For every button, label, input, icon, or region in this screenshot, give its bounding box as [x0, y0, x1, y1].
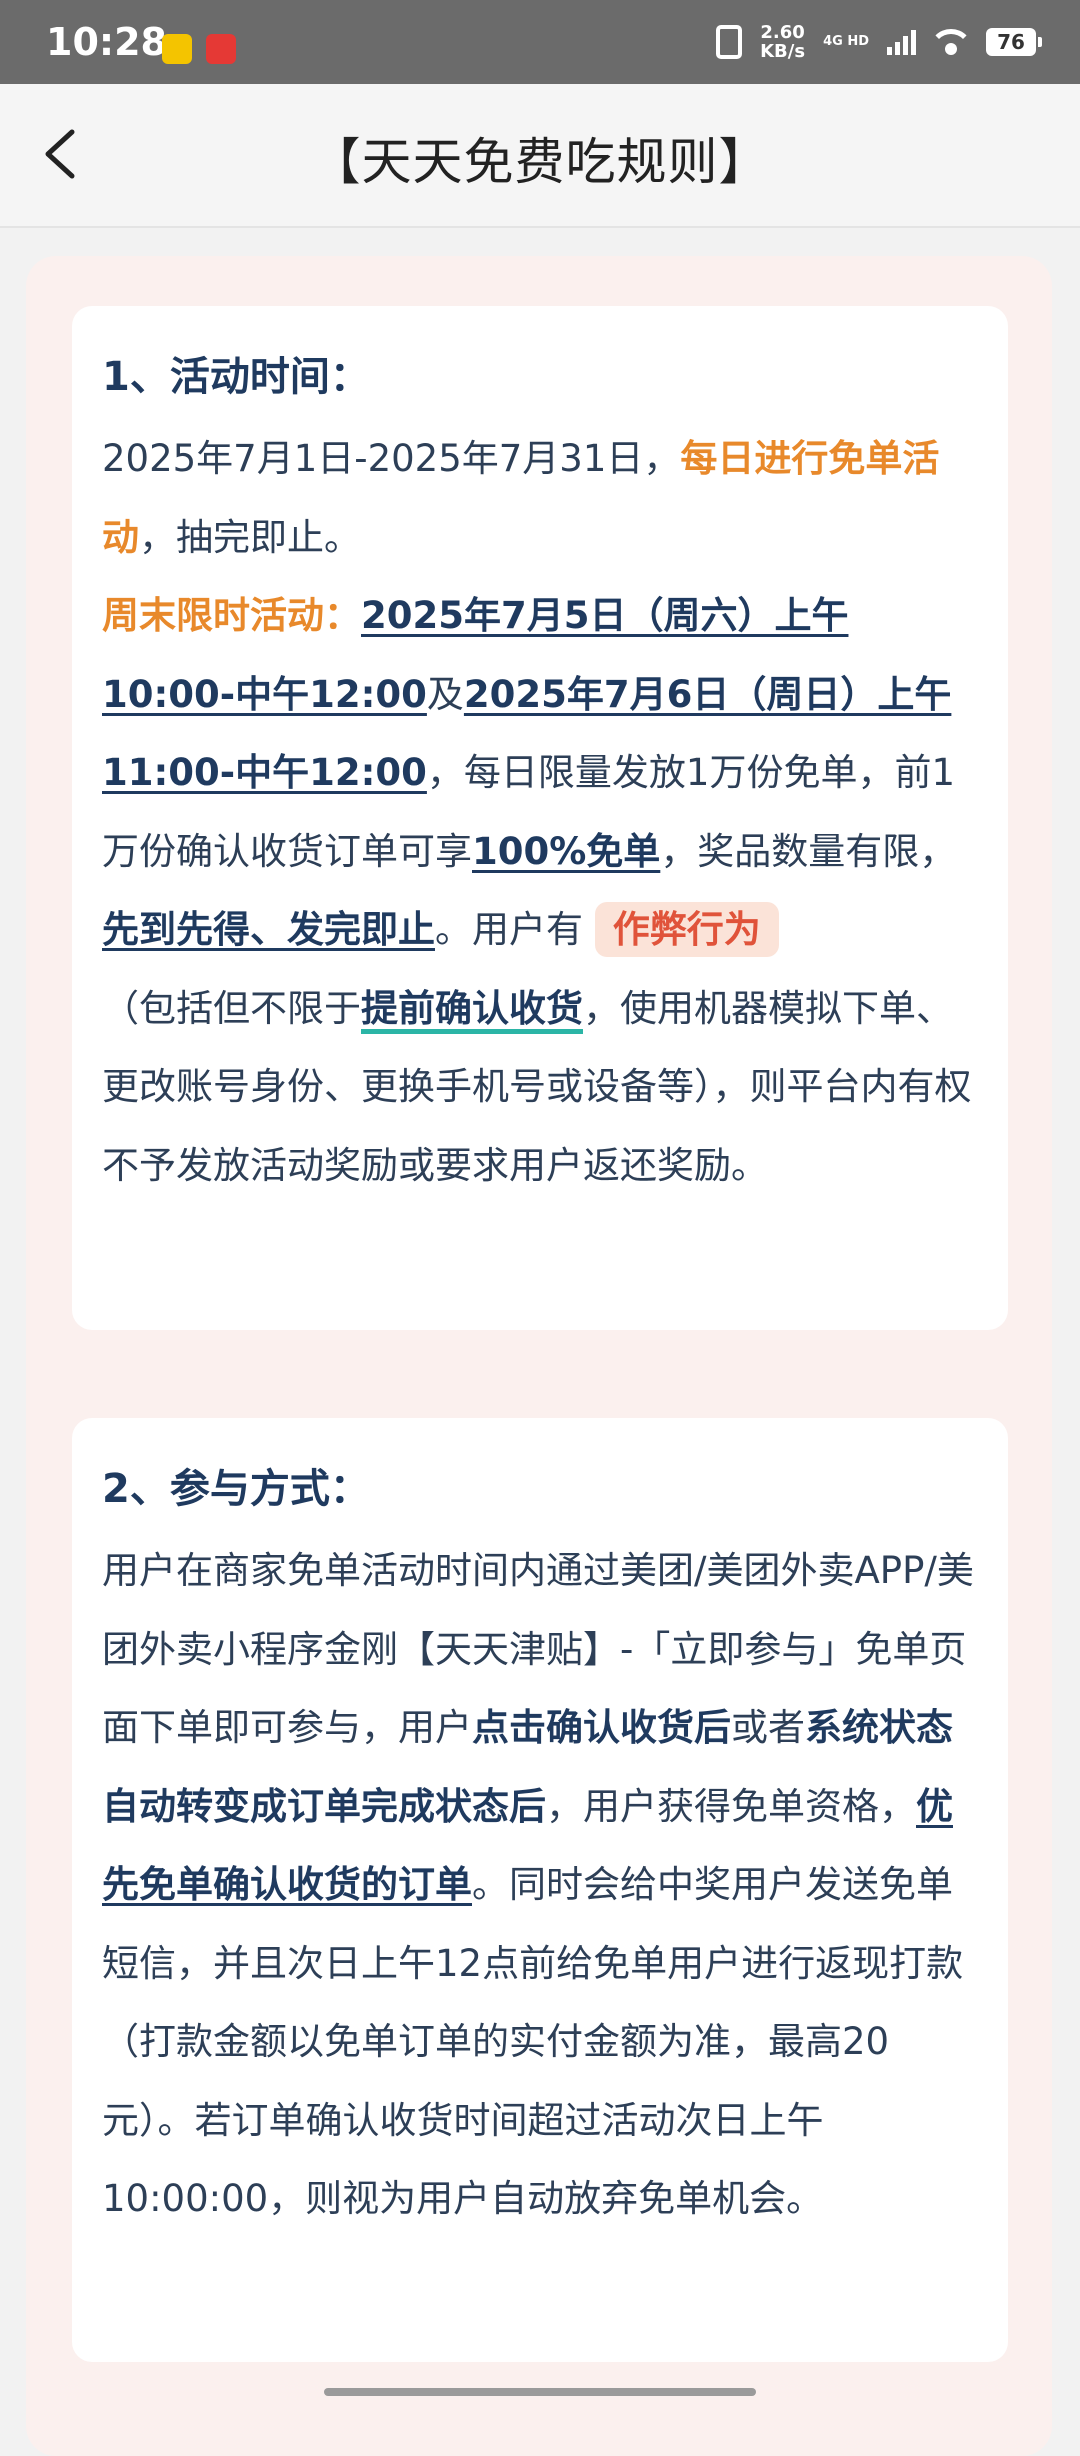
- vibrate-icon: [716, 25, 743, 59]
- section-body: 用户在商家免单活动时间内通过美团/美团外卖APP/美团外卖小程序金刚【天天津贴】…: [102, 1532, 978, 2239]
- first-come-highlight: 先到先得、发完即止: [102, 908, 435, 951]
- text-fragment: ，用户获得免单资格，: [546, 1784, 916, 1828]
- activity-time-card: 1、活动时间： 2025年7月1日-2025年7月31日，每日进行免单活动，抽完…: [72, 306, 1008, 1330]
- text-fragment: 。同时会给中奖用户发送免单短信，并且次日上午12点前给免单用户进行返现打款（打款…: [102, 1863, 964, 2220]
- signal-icon: [887, 29, 916, 55]
- cheating-badge: 作弊行为: [594, 902, 779, 957]
- status-icons: 2.60 KB/s 4G HD 76: [716, 22, 1042, 62]
- network-speed: 2.60 KB/s: [760, 23, 805, 61]
- participation-card: 2、参与方式： 用户在商家免单活动时间内通过美团/美团外卖APP/美团外卖小程序…: [72, 1418, 1008, 2362]
- activity-dates: 2025年7月1日-2025年7月31日，: [102, 437, 681, 480]
- text-fragment: 或者: [731, 1706, 805, 1749]
- status-time: 10:28: [46, 20, 167, 64]
- page-title: 【天天免费吃规则】: [310, 133, 770, 191]
- text-fragment: （包括但不限于: [102, 986, 361, 1030]
- section-body: 2025年7月1日-2025年7月31日，每日进行免单活动，抽完即止。 周末限时活…: [102, 420, 978, 1205]
- weekend-label: 周末限时活动：: [102, 594, 361, 637]
- wifi-icon: [934, 27, 968, 57]
- text-fragment: 。用户有: [435, 908, 583, 951]
- nav-bar: 【天天免费吃规则】: [0, 84, 1080, 228]
- network-speed-value: 2.60: [760, 22, 805, 43]
- confirm-receipt-highlight: 点击确认收货后: [472, 1706, 731, 1749]
- text-fragment: ，抽完即止。: [139, 515, 361, 559]
- notification-app-icon: [162, 34, 192, 64]
- early-confirm-highlight: 提前确认收货: [361, 986, 583, 1030]
- battery-icon: 76: [986, 28, 1042, 56]
- network-speed-unit: KB/s: [760, 41, 806, 62]
- section-title: 1、活动时间：: [102, 354, 370, 400]
- network-type: 4G HD: [823, 34, 869, 49]
- text-fragment: 及: [426, 672, 464, 716]
- notification-app-icon: [206, 34, 236, 64]
- home-indicator[interactable]: [324, 2388, 756, 2396]
- status-bar: 10:28 2.60 KB/s 4G HD 76: [0, 0, 1080, 84]
- free-100-highlight: 100%免单: [472, 829, 661, 873]
- section-title: 2、参与方式：: [102, 1466, 370, 1512]
- text-fragment: ，奖品数量有限，: [660, 829, 957, 873]
